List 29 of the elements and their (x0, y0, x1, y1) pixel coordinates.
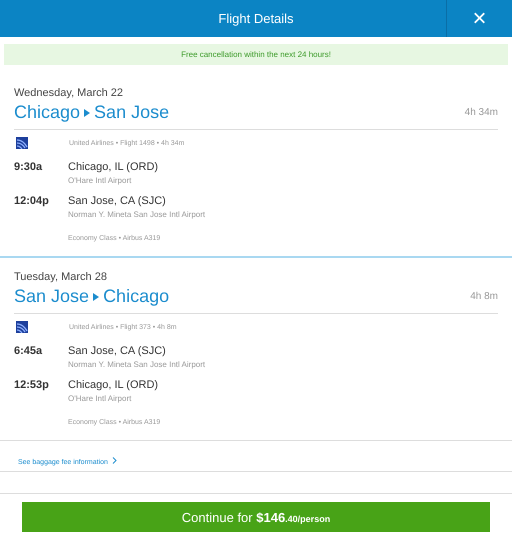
city-name: Chicago, IL (ORD) (68, 161, 158, 173)
flight-time: 12:04p (14, 195, 50, 209)
origin-city: Chicago (14, 102, 80, 123)
destination-city: Chicago (103, 286, 170, 307)
continue-button[interactable]: Continue for $146.40/person (22, 502, 490, 532)
close-button[interactable]: × (446, 0, 512, 37)
flight-duration: 4h 34m (464, 107, 498, 118)
city-name: San Jose, CA (SJC) (68, 345, 167, 357)
airline-logo-icon (16, 137, 28, 149)
flight-time: 9:30a (14, 161, 44, 175)
city-name: San Jose, CA (SJC) (68, 195, 167, 207)
flight-date: Wednesday, March 22 (14, 87, 124, 99)
window-title: Flight Details (218, 11, 294, 26)
caret-icon (84, 108, 90, 116)
flight-duration: 4h 8m (470, 291, 498, 302)
flight-date: Tuesday, March 28 (14, 271, 108, 283)
city-name: Chicago, IL (ORD) (68, 379, 158, 391)
flight-time: 12:53p (14, 379, 50, 393)
destination-city: San Jose (94, 102, 170, 123)
cancellation-banner: Free cancellation within the next 24 hours! (4, 44, 508, 65)
airport-name: O'Hare Intl Airport (68, 394, 132, 403)
chevron-icon (112, 457, 118, 464)
flight-time: 6:45a (14, 345, 44, 359)
airline-logo-icon (16, 321, 28, 333)
airport-name: O'Hare Intl Airport (68, 176, 132, 185)
origin-city: San Jose (14, 286, 90, 307)
airport-name: Norman Y. Mineta San Jose Intl Airport (68, 210, 206, 219)
caret-icon (93, 292, 100, 300)
airport-name: Norman Y. Mineta San Jose Intl Airport (68, 360, 206, 369)
